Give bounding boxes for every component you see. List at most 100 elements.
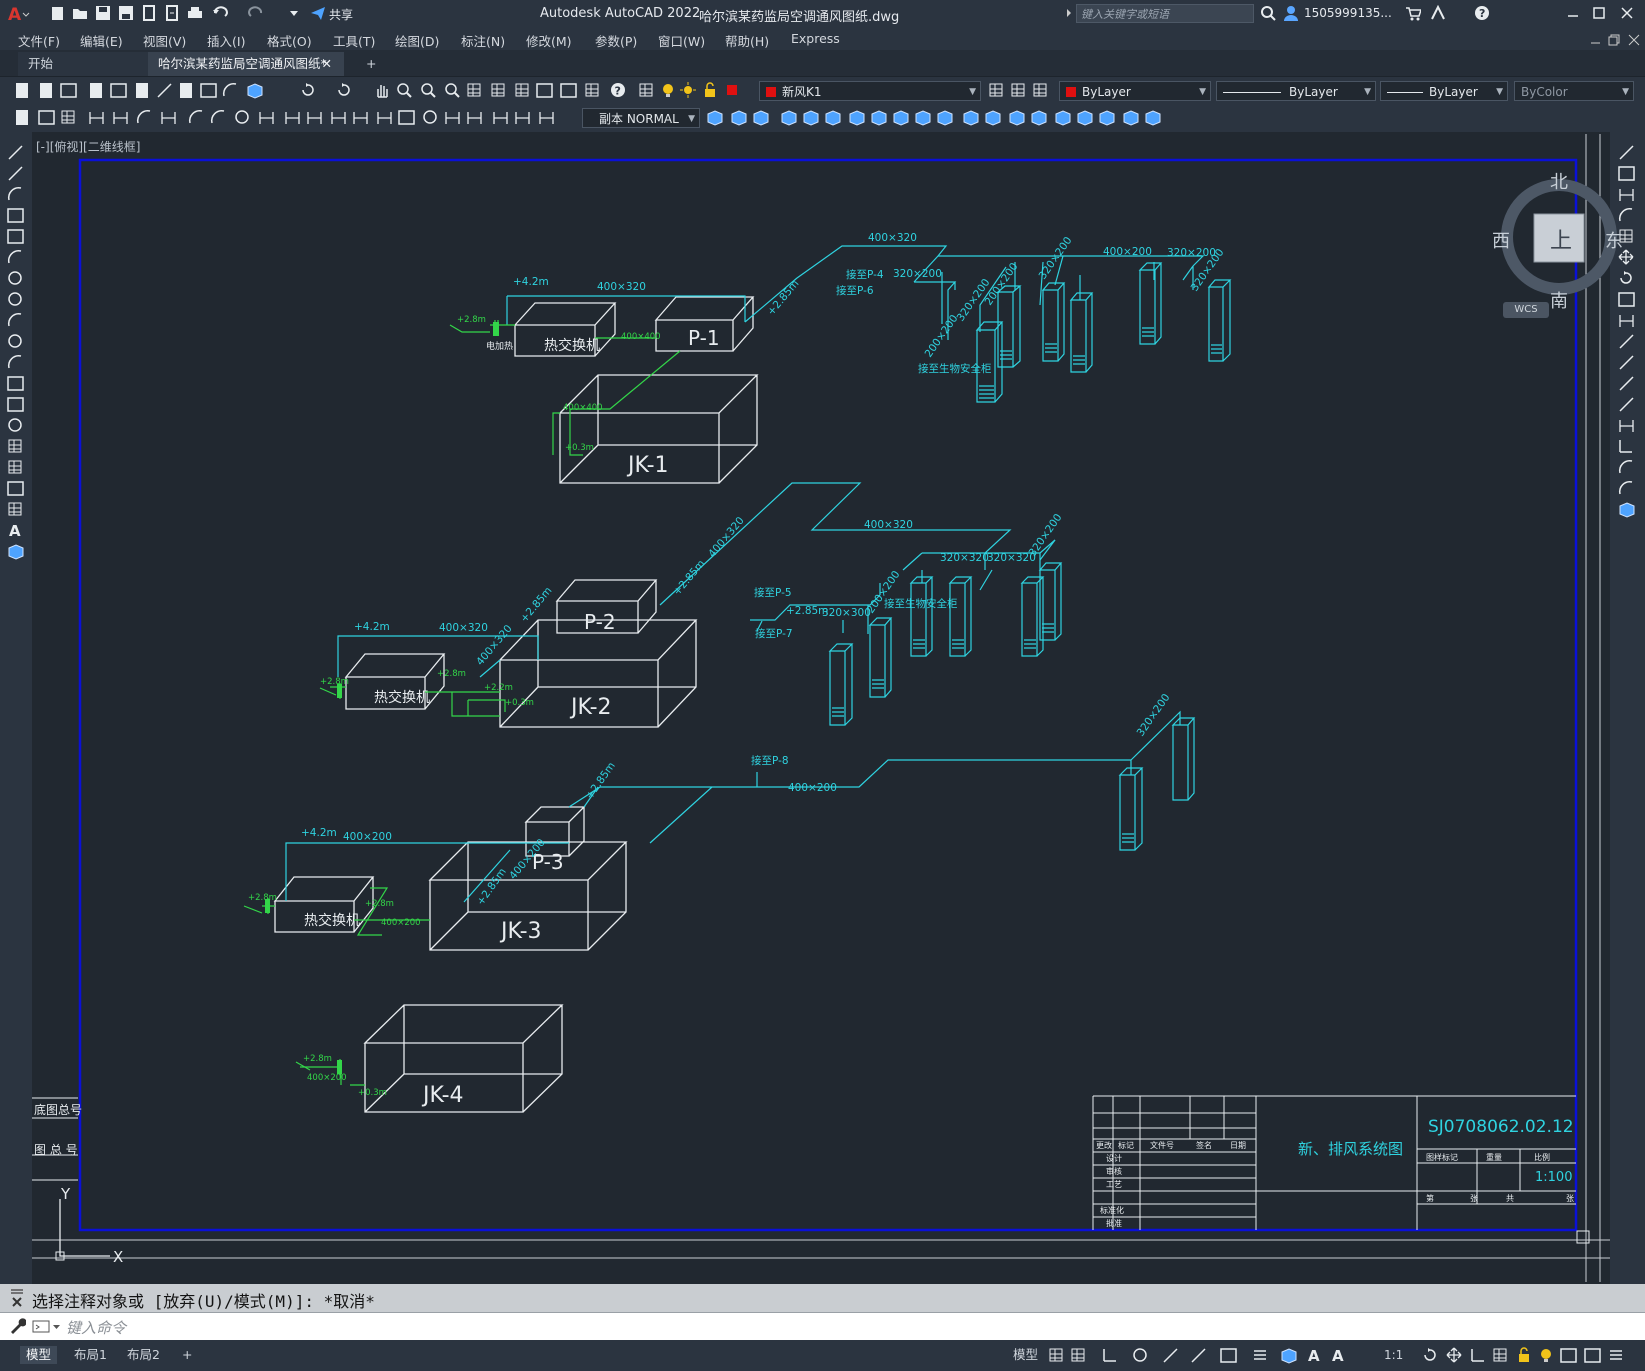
explode-icon[interactable]: [1619, 502, 1635, 518]
wrench-icon[interactable]: [8, 1317, 27, 1339]
break-at-point-icon[interactable]: [1619, 376, 1634, 391]
plot-icon[interactable]: [187, 5, 203, 21]
paste-icon[interactable]: [200, 83, 217, 98]
object-snap-icon[interactable]: [1220, 1348, 1237, 1363]
copy-object-icon[interactable]: [1618, 166, 1635, 181]
user-name[interactable]: 1505999135...: [1304, 6, 1392, 20]
dimension-tool-16-icon[interactable]: [377, 112, 392, 124]
open-icon[interactable]: [40, 83, 52, 98]
solid-tool-19-icon[interactable]: [1123, 110, 1139, 126]
menu-format[interactable]: 格式(O): [267, 31, 312, 50]
zoom-window-icon[interactable]: [421, 83, 436, 98]
annotation-visibility-icon[interactable]: A: [1308, 1347, 1320, 1365]
undo-icon[interactable]: [212, 5, 228, 21]
save-web-icon[interactable]: [164, 5, 180, 21]
auto-scale-icon[interactable]: A: [1332, 1347, 1344, 1365]
menu-insert[interactable]: 插入(I): [207, 31, 245, 50]
quick-properties-icon[interactable]: [1493, 1348, 1507, 1362]
blend-icon[interactable]: [1618, 480, 1633, 495]
dimension-tool-18-icon[interactable]: [423, 110, 437, 124]
hardware-accel-icon[interactable]: [1560, 1348, 1577, 1363]
menu-tools[interactable]: 工具(T): [333, 31, 375, 50]
help-icon[interactable]: ?: [611, 83, 625, 98]
hatch-icon[interactable]: [8, 439, 22, 453]
line-icon[interactable]: [8, 145, 23, 160]
markup-icon[interactable]: [560, 83, 577, 98]
color-dropdown[interactable]: ByLayer ▼: [1059, 81, 1211, 101]
lock-ui-icon[interactable]: [1519, 1347, 1529, 1362]
designcenter-icon[interactable]: [491, 83, 505, 97]
solid-tool-1-icon[interactable]: [707, 110, 723, 126]
save-icon[interactable]: [60, 83, 77, 98]
scale-icon[interactable]: [1618, 292, 1635, 307]
preview-icon[interactable]: [110, 83, 127, 98]
blockeditor-icon[interactable]: [247, 83, 263, 99]
customize-qat-icon[interactable]: [288, 5, 304, 21]
layer-dropdown[interactable]: 新风K1 ▼: [759, 81, 981, 101]
dimension-tool-14-icon[interactable]: [331, 112, 346, 124]
plotstyle-dropdown[interactable]: ByColor ▼: [1514, 81, 1634, 101]
offset-icon[interactable]: [1618, 207, 1633, 222]
solid-tool-14-icon[interactable]: [1009, 110, 1025, 126]
plot-icon[interactable]: [90, 83, 102, 98]
solid-tool-13-icon[interactable]: [985, 110, 1001, 126]
pan-icon[interactable]: [377, 85, 388, 98]
layer-color-icon[interactable]: [727, 85, 737, 95]
polar-tracking-icon[interactable]: [1133, 1348, 1147, 1362]
cart-icon[interactable]: [1405, 5, 1423, 21]
command-grip-icon[interactable]: [8, 1286, 26, 1310]
chamfer-icon[interactable]: [1619, 440, 1632, 453]
break-icon[interactable]: [1619, 397, 1634, 412]
isolate-objects-icon[interactable]: [1541, 1349, 1551, 1362]
dimension-tool-15-icon[interactable]: [353, 112, 368, 124]
make-current-layer-icon[interactable]: [989, 83, 1003, 97]
layer-lock-icon[interactable]: [705, 82, 715, 97]
lineweight-dropdown[interactable]: ByLayer ▼: [1380, 81, 1508, 101]
save-as-icon[interactable]: [118, 5, 134, 21]
solid-tool-17-icon[interactable]: [1077, 110, 1093, 126]
solid-tool-16-icon[interactable]: [1055, 110, 1071, 126]
tool-palettes-icon[interactable]: [515, 83, 529, 97]
drawing-minimize-icon[interactable]: [1590, 32, 1602, 51]
command-recent-icon[interactable]: [32, 1319, 62, 1338]
viewcube-top[interactable]: 上: [1550, 223, 1572, 255]
customize-icon[interactable]: [1610, 1350, 1622, 1360]
arc-icon[interactable]: [7, 249, 22, 264]
layer-freeze-icon[interactable]: [680, 82, 696, 98]
ellipse-arc-icon[interactable]: [7, 354, 22, 369]
gradient-icon[interactable]: [8, 460, 22, 474]
revcloud-icon[interactable]: [8, 292, 22, 306]
xline-icon[interactable]: [8, 166, 23, 181]
ellipse-icon[interactable]: [8, 334, 22, 348]
add-layout-button[interactable]: +: [176, 1346, 198, 1364]
circle-icon[interactable]: [8, 271, 22, 285]
dimension-tool-7-icon[interactable]: [161, 112, 176, 124]
dimension-tool-17-icon[interactable]: [398, 110, 415, 125]
dimension-tool-8-icon[interactable]: [188, 109, 203, 124]
menu-express[interactable]: Express: [791, 31, 840, 46]
rotate-icon[interactable]: [1620, 271, 1632, 284]
user-icon[interactable]: [1283, 5, 1299, 21]
viewcube[interactable]: 北 南 东 西 上: [1467, 157, 1623, 347]
dimension-tool-23-icon[interactable]: [539, 112, 554, 124]
drawing-close-icon[interactable]: [1628, 32, 1640, 51]
redo-icon[interactable]: [248, 5, 264, 21]
region-icon[interactable]: [7, 481, 24, 496]
model-space-button[interactable]: 模型: [1007, 1346, 1044, 1364]
save-icon[interactable]: [95, 5, 111, 21]
menu-view[interactable]: 视图(V): [143, 31, 186, 50]
viewcube-east[interactable]: 东: [1605, 227, 1623, 253]
search-icon[interactable]: [1260, 5, 1276, 21]
drawing-canvas[interactable]: .w { stroke:#e8ecef; fill:none; stroke-w…: [32, 132, 1623, 1282]
solid-tool-18-icon[interactable]: [1099, 110, 1115, 126]
drawing-restore-icon[interactable]: [1608, 32, 1620, 51]
cut-icon[interactable]: [157, 83, 172, 98]
layer-previous-icon[interactable]: [1011, 83, 1025, 97]
extend-icon[interactable]: [1619, 355, 1634, 370]
dimension-tool-6-icon[interactable]: [136, 109, 151, 124]
new-tab-button[interactable]: +: [356, 52, 386, 76]
tab-close-icon[interactable]: ✕: [322, 52, 332, 76]
menu-modify[interactable]: 修改(M): [526, 31, 572, 50]
point-icon[interactable]: [8, 418, 22, 432]
lineweight-icon[interactable]: [1254, 1350, 1266, 1360]
